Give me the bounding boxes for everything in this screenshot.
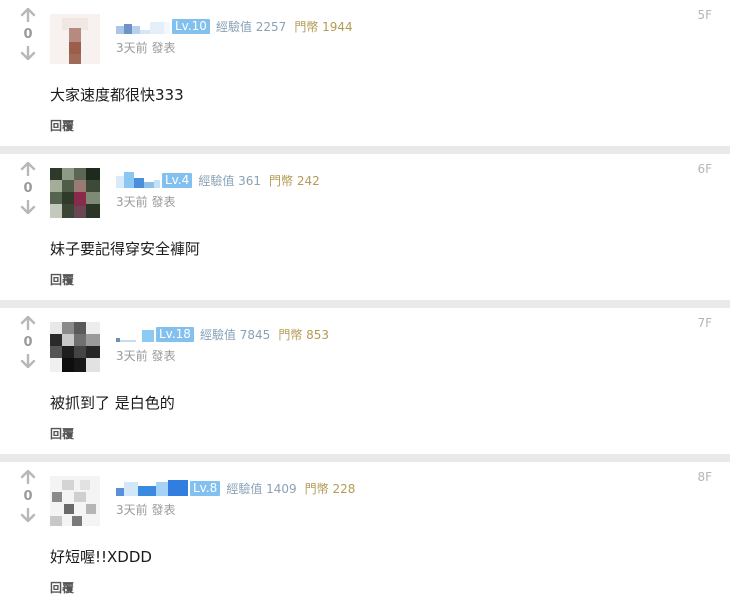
comment-item: 0 Lv.8 經驗值 1409 門幣 228 3天前 發表 8F 好短喔!!XD… bbox=[0, 462, 730, 608]
floor-number[interactable]: 8F bbox=[697, 470, 712, 484]
coin-value: 門幣 1944 bbox=[294, 19, 353, 34]
username[interactable] bbox=[116, 326, 154, 342]
arrow-up-icon[interactable] bbox=[20, 162, 36, 176]
comment-text: 被抓到了 是白色的 bbox=[50, 394, 175, 412]
avatar[interactable] bbox=[50, 168, 100, 218]
post-time: 3天前 發表 bbox=[116, 503, 176, 517]
user-meta: Lv.18 經驗值 7845 門幣 853 bbox=[116, 325, 329, 343]
user-meta: Lv.8 經驗值 1409 門幣 228 bbox=[116, 479, 355, 497]
user-meta: Lv.10 經驗值 2257 門幣 1944 bbox=[116, 17, 353, 35]
arrow-down-icon[interactable] bbox=[20, 354, 36, 368]
experience-value: 經驗值 1409 bbox=[226, 481, 297, 496]
username[interactable] bbox=[116, 18, 170, 34]
avatar[interactable] bbox=[50, 322, 100, 372]
experience-value: 經驗值 2257 bbox=[215, 19, 287, 34]
post-time: 3天前 發表 bbox=[116, 41, 176, 55]
username[interactable] bbox=[116, 172, 160, 188]
level-badge: Lv.18 bbox=[156, 326, 194, 342]
level-badge: Lv.8 bbox=[190, 480, 221, 496]
vote-column: 0 bbox=[17, 162, 39, 214]
vote-column: 0 bbox=[17, 316, 39, 368]
arrow-up-icon[interactable] bbox=[20, 316, 36, 330]
username[interactable] bbox=[116, 480, 188, 496]
coin-value: 門幣 242 bbox=[269, 173, 320, 188]
comment-text: 大家速度都很快333 bbox=[50, 86, 184, 104]
comment-item: 0 Lv.10 經驗值 2257 門幣 1944 3天前 發表 5F 大家速度都… bbox=[0, 0, 730, 146]
level-badge: Lv.10 bbox=[172, 18, 210, 34]
avatar[interactable] bbox=[50, 476, 100, 526]
experience-value: 經驗值 7845 bbox=[199, 327, 271, 342]
floor-number[interactable]: 6F bbox=[697, 162, 712, 176]
reply-button[interactable]: 回覆 bbox=[50, 271, 74, 288]
floor-number[interactable]: 7F bbox=[697, 316, 712, 330]
vote-count: 0 bbox=[23, 489, 33, 504]
post-time: 3天前 發表 bbox=[116, 349, 176, 363]
coin-value: 門幣 853 bbox=[278, 327, 330, 342]
comment-text: 妹子要記得穿安全褲阿 bbox=[50, 240, 201, 258]
arrow-down-icon[interactable] bbox=[20, 508, 36, 522]
vote-count: 0 bbox=[23, 335, 33, 350]
vote-column: 0 bbox=[17, 8, 39, 60]
vote-column: 0 bbox=[17, 470, 39, 522]
comment-text: 好短喔!!XDDD bbox=[50, 548, 152, 566]
level-badge: Lv.4 bbox=[162, 172, 193, 188]
comment-item: 0 Lv.18 經驗值 7845 門幣 853 3天前 發表 7F 被抓到了 是… bbox=[0, 308, 730, 454]
user-meta: Lv.4 經驗值 361 門幣 242 bbox=[116, 171, 320, 189]
floor-number[interactable]: 5F bbox=[697, 8, 712, 22]
comment-item: 0 Lv.4 經驗值 361 門幣 242 3天前 發表 6F 妹子要記得穿安全… bbox=[0, 154, 730, 300]
avatar[interactable] bbox=[50, 14, 100, 64]
arrow-down-icon[interactable] bbox=[20, 46, 36, 60]
vote-count: 0 bbox=[23, 27, 33, 42]
arrow-down-icon[interactable] bbox=[20, 200, 36, 214]
arrow-up-icon[interactable] bbox=[20, 8, 36, 22]
reply-button[interactable]: 回覆 bbox=[50, 425, 74, 442]
arrow-up-icon[interactable] bbox=[20, 470, 36, 484]
experience-value: 經驗值 361 bbox=[198, 173, 262, 188]
coin-value: 門幣 228 bbox=[304, 481, 356, 496]
post-time: 3天前 發表 bbox=[116, 195, 176, 209]
vote-count: 0 bbox=[23, 181, 33, 196]
reply-button[interactable]: 回覆 bbox=[50, 117, 74, 134]
reply-button[interactable]: 回覆 bbox=[50, 579, 74, 596]
